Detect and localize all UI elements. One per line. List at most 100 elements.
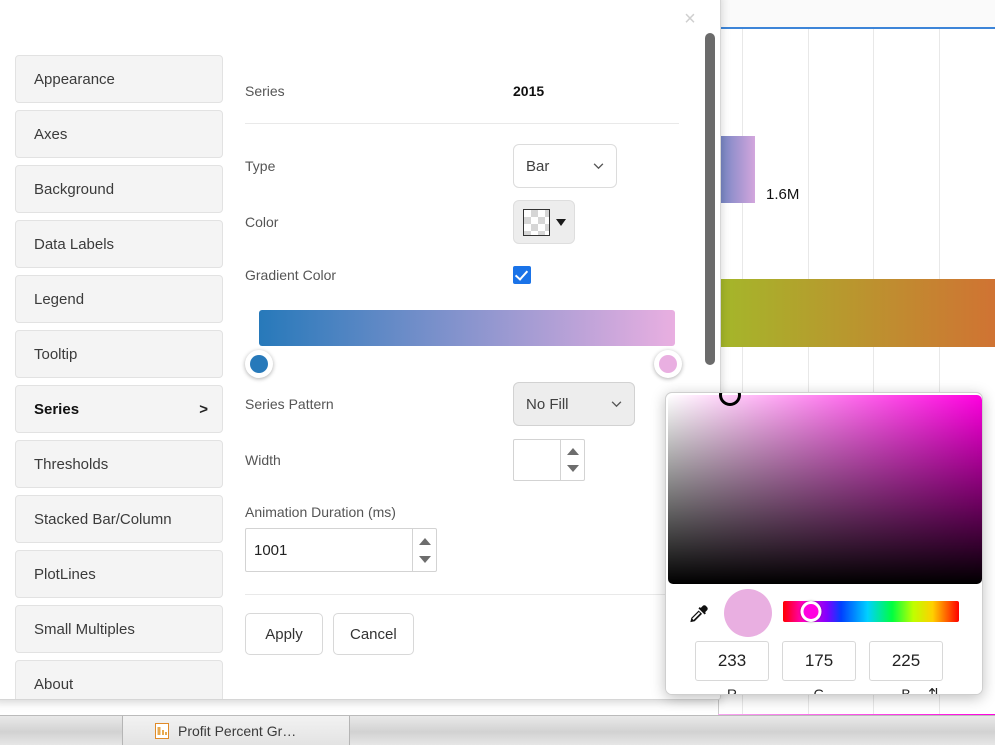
taskbar-tab-profit-percent[interactable]: Profit Percent Gr… (123, 716, 350, 745)
sidebar-item-background[interactable]: Background (15, 165, 223, 213)
series-settings-dialog: × Appearance Axes Background Data Labels… (0, 0, 721, 700)
sidebar-item-tooltip[interactable]: Tooltip (15, 330, 223, 378)
close-icon[interactable]: × (680, 9, 700, 29)
width-stepper-buttons (560, 440, 584, 480)
gradient-stop-end-swatch (659, 355, 677, 373)
red-channel-input[interactable]: 233 (695, 641, 769, 681)
stepper-down-icon[interactable] (567, 465, 579, 472)
gradient-preview-bar[interactable] (259, 310, 675, 346)
sidebar-item-about[interactable]: About (15, 660, 223, 700)
gradient-color-label: Gradient Color (245, 267, 513, 283)
sidebar-item-label: Stacked Bar/Column (34, 511, 172, 528)
saturation-value-cursor[interactable] (719, 392, 741, 406)
series-value: 2015 (513, 83, 544, 99)
taskbar-empty-area (350, 716, 995, 745)
animation-duration-input[interactable] (246, 529, 412, 571)
sidebar-item-label: Background (34, 181, 114, 198)
sidebar-item-data-labels[interactable]: Data Labels (15, 220, 223, 268)
rgb-labels: R G B (695, 686, 943, 695)
gradient-editor (259, 310, 675, 376)
eyedropper-icon[interactable] (688, 603, 710, 625)
animation-stepper-buttons (412, 529, 436, 571)
sidebar-item-stacked-bar-column[interactable]: Stacked Bar/Column (15, 495, 223, 543)
sidebar-item-thresholds[interactable]: Thresholds (15, 440, 223, 488)
series-pattern-select-wrap: No Fill (513, 382, 635, 426)
taskbar-slot (0, 716, 123, 745)
blue-channel-input[interactable]: 225 (869, 641, 943, 681)
green-channel-label: G (782, 686, 856, 695)
color-picker-controls: 233 175 225 R G B ⇅ (666, 586, 983, 695)
stepper-down-icon[interactable] (419, 556, 431, 563)
dialog-actions: Apply Cancel (245, 613, 679, 655)
type-select[interactable]: Bar (513, 144, 617, 188)
animation-duration-block: Animation Duration (ms) (245, 504, 679, 572)
sidebar-item-label: Appearance (34, 71, 115, 88)
sidebar-item-label: PlotLines (34, 566, 96, 583)
taskbar-tab-label: Profit Percent Gr… (178, 723, 296, 739)
saturation-value-area[interactable] (668, 395, 982, 584)
width-stepper (513, 439, 585, 481)
stepper-up-icon[interactable] (419, 538, 431, 545)
red-channel-label: R (695, 686, 769, 695)
screen: 1.6M × Appearance Axes Background Data L… (0, 0, 995, 745)
gradient-stop-start[interactable] (245, 350, 273, 378)
transparent-checkerboard-icon (523, 209, 550, 236)
color-swatch-button[interactable] (513, 200, 575, 244)
series-settings-form: Series 2015 Type Bar Color (237, 49, 705, 700)
color-label: Color (245, 214, 513, 230)
sidebar-item-label: Legend (34, 291, 84, 308)
sidebar-item-label: About (34, 676, 73, 693)
animation-duration-stepper (245, 528, 437, 572)
gradient-stop-start-swatch (250, 355, 268, 373)
chart-toolbar (718, 0, 995, 28)
sidebar-item-label: Thresholds (34, 456, 108, 473)
color-mode-toggle-icon[interactable]: ⇅ (928, 685, 941, 695)
series-label: Series (245, 83, 513, 99)
series-pattern-row: Series Pattern No Fill (245, 376, 679, 432)
sidebar-item-axes[interactable]: Axes (15, 110, 223, 158)
gradient-stop-end[interactable] (654, 350, 682, 378)
sidebar-item-appearance[interactable]: Appearance (15, 55, 223, 103)
sidebar-item-label: Data Labels (34, 236, 114, 253)
chart-bar[interactable] (718, 279, 995, 347)
sidebar-item-plotlines[interactable]: PlotLines (15, 550, 223, 598)
gradient-color-checkbox[interactable] (513, 266, 531, 284)
chart-bar-label: 1.6M (766, 186, 799, 203)
width-row: Width (245, 432, 679, 488)
sidebar-item-small-multiples[interactable]: Small Multiples (15, 605, 223, 653)
series-row: Series 2015 (245, 69, 679, 113)
color-picker-popup: 233 175 225 R G B ⇅ (665, 392, 983, 695)
sidebar-item-label: Tooltip (34, 346, 77, 363)
settings-sidebar: Appearance Axes Background Data Labels L… (0, 49, 237, 700)
sidebar-item-label: Small Multiples (34, 621, 135, 638)
sidebar-item-series[interactable]: Series > (15, 385, 223, 433)
divider (245, 123, 679, 124)
sidebar-item-label: Series (34, 401, 79, 418)
chevron-right-icon: > (199, 401, 208, 418)
stepper-up-icon[interactable] (567, 448, 579, 455)
green-channel-input[interactable]: 175 (782, 641, 856, 681)
color-preview-swatch (724, 589, 772, 637)
dialog-scrollbar-thumb[interactable] (705, 33, 715, 365)
type-label: Type (245, 158, 513, 174)
width-input[interactable] (514, 440, 560, 480)
rgb-inputs: 233 175 225 (695, 641, 943, 681)
gradient-color-row: Gradient Color (245, 250, 679, 300)
chart-bar[interactable] (718, 136, 755, 203)
chart-document-icon (155, 723, 169, 739)
hue-slider-thumb[interactable] (801, 601, 822, 622)
triangle-down-icon (556, 219, 566, 226)
color-row: Color (245, 194, 679, 250)
type-select-wrap: Bar (513, 144, 617, 188)
divider (245, 594, 683, 595)
series-pattern-label: Series Pattern (245, 396, 513, 412)
type-row: Type Bar (245, 138, 679, 194)
cancel-button[interactable]: Cancel (333, 613, 414, 655)
animation-duration-label: Animation Duration (ms) (245, 504, 679, 520)
width-label: Width (245, 452, 513, 468)
sidebar-item-label: Axes (34, 126, 67, 143)
apply-button[interactable]: Apply (245, 613, 323, 655)
taskbar: Profit Percent Gr… (0, 715, 995, 745)
series-pattern-select[interactable]: No Fill (513, 382, 635, 426)
sidebar-item-legend[interactable]: Legend (15, 275, 223, 323)
